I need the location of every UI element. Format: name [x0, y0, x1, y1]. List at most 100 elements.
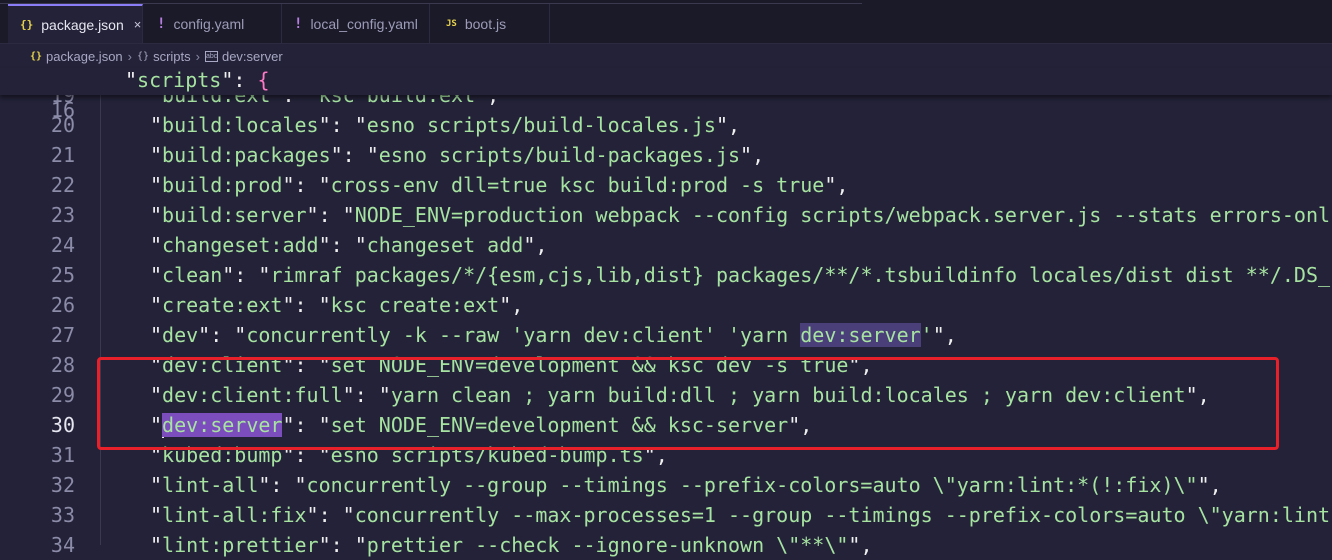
line-number: 26: [50, 293, 75, 317]
breadcrumb-key[interactable]: dev:server: [222, 49, 283, 64]
breadcrumb-separator: ›: [127, 48, 133, 64]
code-line[interactable]: 20 "build:locales": "esno scripts/build-l…: [0, 110, 1332, 140]
sticky-key: scripts: [137, 68, 222, 92]
tab-label: config.yaml: [173, 15, 245, 32]
tab-package-json[interactable]: {} package.json ×: [8, 4, 143, 43]
script-key: lint-all: [162, 473, 259, 497]
script-key: build:packages: [162, 143, 331, 167]
separator: ": ": [222, 263, 271, 287]
tab-boot-js[interactable]: JS boot.js: [430, 4, 550, 43]
breadcrumb-separator: ›: [195, 48, 200, 64]
sticky-line: 16 "scripts": {: [0, 65, 1332, 122]
code-text: "lint:prettier": "prettier --check --ign…: [150, 530, 873, 560]
code-line[interactable]: 25 "clean": "rimraf packages/*/{esm,cjs,l…: [0, 260, 1332, 290]
js-file-icon: JS: [446, 18, 457, 29]
quote: ": [150, 263, 163, 287]
tab-label: boot.js: [464, 15, 507, 32]
quote: ": [150, 533, 163, 557]
script-key: lint-all:fix: [162, 503, 307, 527]
script-key: changeset:add: [162, 233, 319, 257]
close-icon[interactable]: ×: [134, 17, 142, 32]
breadcrumb-file[interactable]: package.json: [46, 49, 123, 64]
separator: ": ": [318, 233, 367, 257]
breadcrumb-section[interactable]: scripts: [153, 49, 191, 64]
line-end: ",: [499, 293, 524, 317]
code-text: "build:packages": "esno scripts/build-pa…: [150, 140, 764, 170]
sticky-code: "scripts": {: [125, 68, 270, 92]
code-text: "lint-all:fix": "concurrently --max-proc…: [150, 500, 1332, 530]
script-key: dev: [162, 323, 199, 347]
line-end: ",: [1197, 473, 1222, 497]
code-text: "build:server": "NODE_ENV=production web…: [150, 200, 1332, 230]
code-line[interactable]: 21 "build:packages": "esno scripts/build-…: [0, 140, 1332, 170]
script-value: NODE_ENV=production webpack --config scr…: [354, 203, 1331, 227]
separator: ": ": [330, 143, 379, 167]
json-file-icon: {}: [20, 18, 34, 31]
code-line[interactable]: 34 "lint:prettier": "prettier --check --i…: [0, 530, 1332, 560]
script-key: build:locales: [162, 113, 319, 137]
line-number: 33: [50, 503, 75, 527]
quote: ": [150, 143, 163, 167]
line-number: 31: [50, 443, 75, 467]
line-end: ",: [740, 143, 765, 167]
tab-config-yaml[interactable]: ! config.yaml: [143, 4, 282, 43]
script-value: esno scripts/build-packages.js: [378, 143, 741, 167]
code-line[interactable]: 26 "create:ext": "ksc create:ext",: [0, 290, 1332, 320]
line-end: ",: [715, 113, 741, 137]
sticky-scroll-header[interactable]: 16 "scripts": {: [0, 65, 1332, 122]
script-value: prettier --check --ignore-unknown \"**\": [366, 533, 849, 557]
code-line[interactable]: 27 "dev": "concurrently -k --raw 'yarn de…: [0, 320, 1332, 350]
code-line[interactable]: 33 "lint-all:fix": "concurrently --max-pr…: [0, 500, 1332, 530]
tab-label: local_config.yaml: [310, 15, 418, 32]
script-value: cross-env dll=true ksc build:prod -s tru…: [330, 173, 825, 197]
script-value: concurrently --max-processes=1 --group -…: [354, 503, 1331, 527]
code-text: "create:ext": "ksc create:ext",: [150, 290, 523, 320]
script-key: build:prod: [162, 173, 283, 197]
quote: ": [150, 473, 163, 497]
editor-tab-bar: {} package.json × ! config.yaml ! local_…: [0, 0, 1332, 44]
open-brace: {: [257, 68, 270, 92]
script-value: concurrently -k --raw 'yarn dev:client' …: [246, 323, 801, 347]
script-value: concurrently --group --timings --prefix-…: [306, 473, 1198, 497]
separator: ": ": [198, 323, 247, 347]
code-line[interactable]: 22 "build:prod": "cross-env dll=true ksc …: [0, 170, 1332, 200]
quote: ": [150, 203, 163, 227]
quote: ": [150, 173, 163, 197]
line-number: 29: [50, 383, 75, 407]
annotation-highlight-box: [97, 357, 1279, 450]
code-text: "dev": "concurrently -k --raw 'yarn dev:…: [150, 320, 957, 350]
highlighted-match: dev:server: [800, 323, 921, 347]
yaml-file-icon: !: [294, 15, 303, 32]
script-key: create:ext: [162, 293, 283, 317]
quote: ": [150, 293, 163, 317]
tab-local-config-yaml[interactable]: ! local_config.yaml: [282, 4, 430, 43]
code-text: "build:locales": "esno scripts/build-loc…: [150, 110, 740, 140]
line-number: 30: [50, 413, 75, 437]
separator: ": ": [282, 293, 331, 317]
separator: ": ": [258, 473, 307, 497]
code-line[interactable]: 32 "lint-all": "concurrently --group --ti…: [0, 470, 1332, 500]
script-key: clean: [162, 263, 223, 287]
line-number: 25: [50, 263, 75, 287]
tab-label: package.json: [41, 16, 124, 33]
separator: ": ": [318, 113, 367, 137]
quote: ": [150, 503, 163, 527]
line-number: 16: [50, 98, 75, 122]
script-key: build:server: [162, 203, 307, 227]
separator: ": ": [306, 503, 355, 527]
code-text: "lint-all": "concurrently --group --timi…: [150, 470, 1222, 500]
line-end: ",: [824, 173, 849, 197]
line-number: 23: [50, 203, 75, 227]
script-key: lint:prettier: [162, 533, 319, 557]
quote: ": [150, 113, 163, 137]
code-line[interactable]: 23 "build:server": "NODE_ENV=production w…: [0, 200, 1332, 230]
script-value: ksc create:ext: [330, 293, 500, 317]
line-end: ",: [932, 323, 957, 347]
line-number: 32: [50, 473, 75, 497]
code-text: "changeset:add": "changeset add",: [150, 230, 547, 260]
code-line[interactable]: 24 "changeset:add": "changeset add",: [0, 230, 1332, 260]
script-value: ': [920, 323, 933, 347]
separator: ": ": [306, 203, 355, 227]
quote: ": [150, 323, 163, 347]
string-key-icon: abc: [204, 50, 218, 62]
